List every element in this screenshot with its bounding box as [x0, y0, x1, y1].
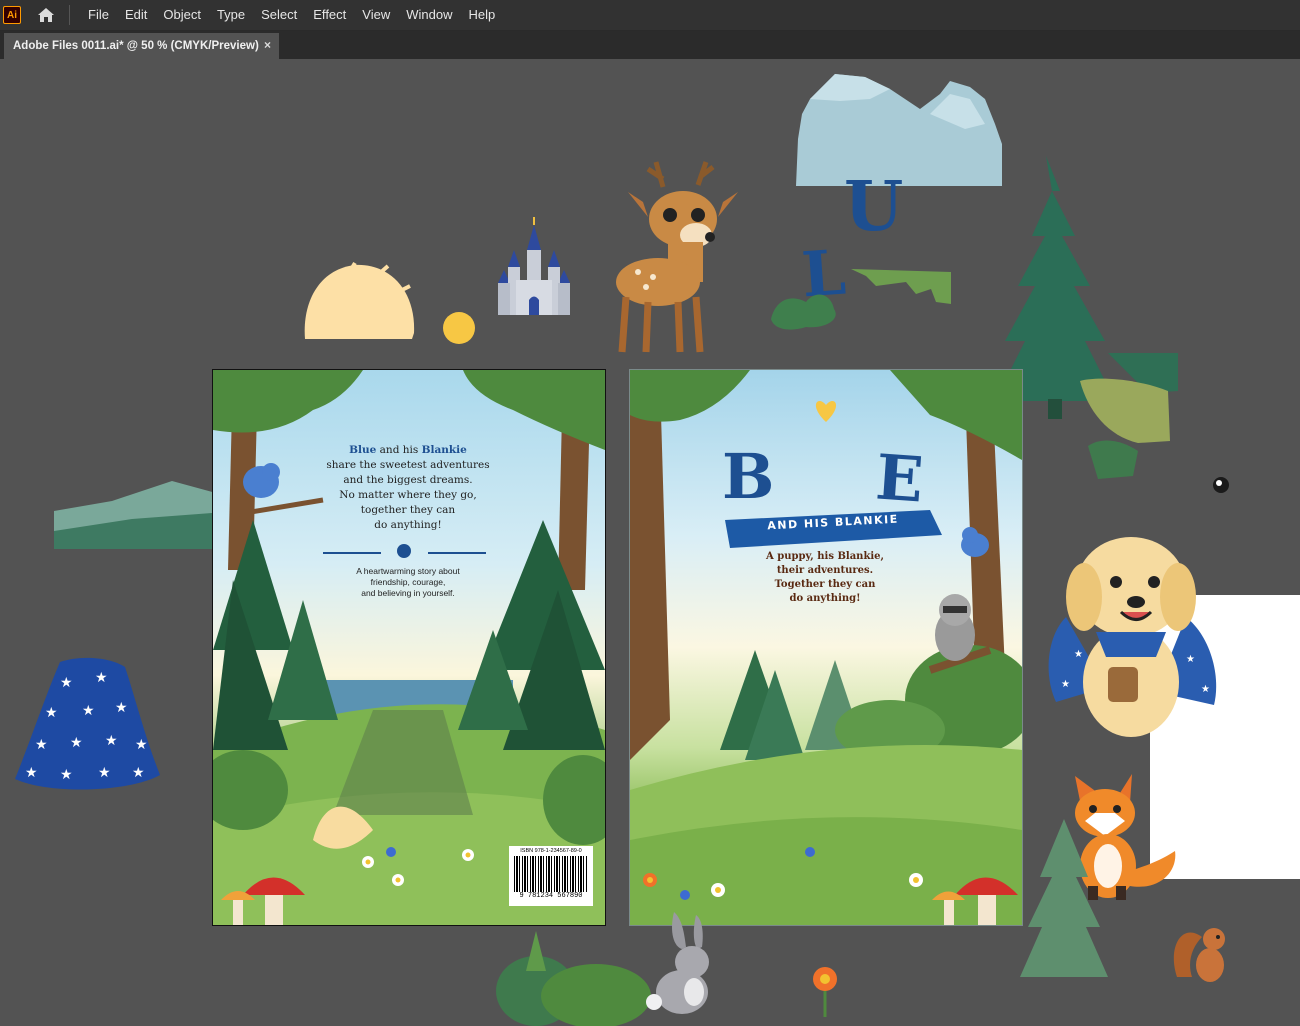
squirrel-sticker[interactable] — [1172, 917, 1230, 987]
sun-sticker[interactable] — [442, 311, 476, 345]
blurb-line-6: do anything! — [374, 519, 442, 531]
front-blurb-3: Together they can — [774, 579, 876, 590]
svg-text:★: ★ — [135, 737, 148, 753]
home-icon[interactable] — [35, 4, 57, 26]
back-cover-blurb: Blue and his Blankie share the sweetest … — [303, 443, 513, 533]
svg-text:★: ★ — [60, 675, 73, 691]
svg-text:★: ★ — [60, 767, 73, 783]
fluff-sticker[interactable] — [300, 261, 420, 341]
blurb-name-blue: Blue — [349, 444, 377, 456]
menu-view[interactable]: View — [354, 0, 398, 30]
eye-sticker[interactable] — [1212, 476, 1230, 494]
blurb-line-3: and the biggest dreams. — [343, 474, 473, 486]
leaves-sticker[interactable] — [1078, 351, 1182, 481]
rabbit-sticker[interactable] — [644, 907, 724, 1017]
blurb-line-2: share the sweetest adventures — [326, 459, 490, 471]
blurb-line-4: No matter where they go, — [339, 489, 477, 501]
blurb-line-5: together they can — [360, 504, 456, 516]
front-cover-blurb: A puppy, his Blankie, their adventures. … — [760, 550, 890, 606]
menu-edit[interactable]: Edit — [117, 0, 155, 30]
svg-text:★: ★ — [1074, 649, 1083, 660]
flower-sticker[interactable] — [808, 965, 842, 1017]
title-letter-e: E — [873, 440, 926, 517]
menu-window[interactable]: Window — [398, 0, 460, 30]
back-cover-tagline: A heartwarming story about friendship, c… — [323, 566, 493, 599]
svg-text:★: ★ — [35, 737, 48, 753]
svg-text:★: ★ — [1061, 679, 1070, 690]
barcode-digits: 9 781234 567890 — [519, 892, 583, 900]
front-blurb-1: A puppy, his Blankie, — [765, 551, 885, 562]
svg-text:★: ★ — [95, 670, 108, 686]
tagline-line-2: friendship, courage, — [370, 577, 446, 587]
svg-text:★: ★ — [1186, 654, 1195, 665]
svg-text:★: ★ — [1201, 684, 1210, 695]
front-blurb-2: their adventures. — [776, 565, 874, 576]
barcode-bars — [514, 856, 588, 892]
deer-sticker[interactable] — [608, 157, 748, 357]
grass-sticker[interactable] — [766, 264, 956, 334]
svg-text:★: ★ — [70, 735, 83, 751]
menu-type[interactable]: Type — [209, 0, 253, 30]
isbn-label: ISBN 978-1-234567-89-0 — [520, 848, 582, 854]
document-tab-bar: Adobe Files 0011.ai* @ 50 % (CMYK/Previe… — [0, 31, 1300, 59]
svg-text:★: ★ — [98, 765, 111, 781]
document-tab-title: Adobe Files 0011.ai* @ 50 % (CMYK/Previe… — [13, 40, 259, 52]
front-blurb-4: do anything! — [789, 593, 861, 604]
blurb-and-his: and his — [379, 444, 419, 456]
menu-separator — [69, 5, 70, 25]
menu-bar: Ai File Edit Object Type Select Effect V… — [0, 0, 1300, 31]
svg-text:★: ★ — [25, 765, 38, 781]
menu-select[interactable]: Select — [253, 0, 305, 30]
letter-u[interactable]: U — [844, 167, 903, 247]
puppy-sticker[interactable]: ★ ★ ★ ★ — [1036, 527, 1220, 745]
close-tab-icon[interactable]: × — [264, 38, 271, 52]
illustrator-logo-icon: Ai — [3, 6, 21, 24]
front-cover-illustration — [630, 370, 1022, 925]
front-cover-artboard[interactable]: B E AND HIS BLANKIE A puppy, his Blankie… — [629, 369, 1023, 926]
small-pine-sticker[interactable] — [1018, 817, 1110, 987]
artboard-canvas[interactable]: U L ★ ★ ★ ★ ★ ★ ★ ★ ★ ★ ★ ★ ★ Blue and h… — [4, 59, 1300, 1026]
svg-text:★: ★ — [105, 733, 118, 749]
svg-text:★: ★ — [132, 765, 145, 781]
tagline-line-1: A heartwarming story about — [356, 566, 460, 576]
document-tab[interactable]: Adobe Files 0011.ai* @ 50 % (CMYK/Previe… — [4, 33, 279, 59]
svg-text:★: ★ — [45, 705, 58, 721]
svg-text:★: ★ — [82, 703, 95, 719]
menu-help[interactable]: Help — [460, 0, 503, 30]
back-cover-artboard[interactable]: Blue and his Blankie share the sweetest … — [212, 369, 606, 926]
castle-sticker[interactable] — [496, 215, 572, 319]
svg-text:★: ★ — [115, 700, 128, 716]
title-letter-b: B — [722, 440, 775, 513]
barcode-box: ISBN 978-1-234567-89-0 9 781234 567890 — [509, 846, 593, 906]
menu-effect[interactable]: Effect — [305, 0, 354, 30]
blurb-name-blankie: Blankie — [421, 444, 467, 456]
menu-object[interactable]: Object — [155, 0, 209, 30]
bush-sticker[interactable] — [496, 921, 656, 1026]
menu-file[interactable]: File — [80, 0, 117, 30]
tagline-line-3: and believing in yourself. — [361, 588, 455, 598]
star-blanket-sticker[interactable]: ★ ★ ★ ★ ★ ★ ★ ★ ★ ★ ★ ★ ★ — [10, 657, 162, 795]
